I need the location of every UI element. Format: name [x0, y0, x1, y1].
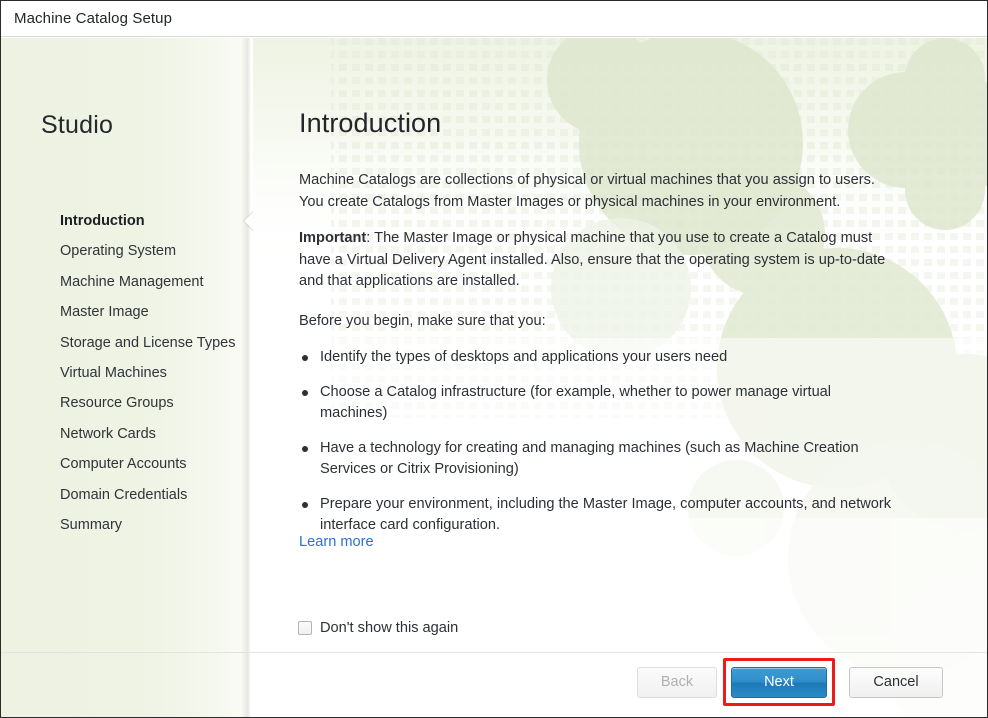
important-label: Important — [299, 230, 367, 246]
dont-show-again-row[interactable]: Don't show this again — [298, 620, 458, 636]
wizard-body: Studio Introduction Operating System Machi… — [1, 38, 987, 717]
important-paragraph: Important: The Master Image or physical … — [299, 228, 899, 293]
back-button[interactable]: Back — [637, 667, 717, 698]
wizard-sidebar: Studio Introduction Operating System Machi… — [1, 38, 253, 717]
learn-more-link[interactable]: Learn more — [299, 534, 374, 550]
sidebar-bevel-edge — [241, 38, 253, 717]
next-button[interactable]: Next — [731, 667, 827, 698]
prerequisite-item: Choose a Catalog infrastructure (for exa… — [299, 382, 899, 425]
before-you-begin-lead: Before you begin, make sure that you: — [299, 312, 546, 329]
important-separator: : — [366, 230, 375, 246]
prerequisite-item: Have a technology for creating and manag… — [299, 438, 899, 481]
sidebar-item-operating-system[interactable]: Operating System — [1, 236, 253, 266]
sidebar-item-summary[interactable]: Summary — [1, 510, 253, 540]
window-titlebar: Machine Catalog Setup — [1, 1, 987, 37]
sidebar-item-domain-credentials[interactable]: Domain Credentials — [1, 480, 253, 510]
important-text: The Master Image or physical machine tha… — [299, 230, 886, 289]
prerequisite-item: Prepare your environment, including the … — [299, 494, 899, 537]
introduction-body: Machine Catalogs are collections of phys… — [299, 170, 899, 537]
sidebar-item-network-cards[interactable]: Network Cards — [1, 419, 253, 449]
sidebar-item-computer-accounts[interactable]: Computer Accounts — [1, 449, 253, 479]
dont-show-again-checkbox[interactable] — [298, 621, 312, 635]
studio-brand-label: Studio — [41, 111, 114, 139]
dont-show-again-label: Don't show this again — [320, 620, 459, 636]
intro-paragraph: Machine Catalogs are collections of phys… — [299, 172, 875, 210]
wizard-footer: Back Next Cancel — [1, 652, 987, 717]
wizard-content-pane: Introduction Machine Catalogs are collec… — [253, 38, 987, 717]
sidebar-item-resource-groups[interactable]: Resource Groups — [1, 388, 253, 418]
wizard-step-list: Introduction Operating System Machine Mana… — [1, 206, 253, 540]
sidebar-item-master-image[interactable]: Master Image — [1, 297, 253, 327]
sidebar-item-introduction[interactable]: Introduction — [1, 206, 253, 236]
machine-catalog-setup-window: Machine Catalog Setup Studio Introductio… — [0, 0, 988, 718]
page-title: Introduction — [299, 108, 442, 138]
sidebar-item-virtual-machines[interactable]: Virtual Machines — [1, 358, 253, 388]
sidebar-item-machine-management[interactable]: Machine Management — [1, 267, 253, 297]
prerequisite-list: Identify the types of desktops and appli… — [299, 347, 899, 537]
prerequisite-item: Identify the types of desktops and appli… — [299, 347, 899, 369]
cancel-button[interactable]: Cancel — [849, 667, 943, 698]
sidebar-item-storage-and-license-types[interactable]: Storage and License Types — [1, 328, 253, 358]
window-title: Machine Catalog Setup — [14, 10, 173, 27]
active-step-pointer-icon — [244, 210, 253, 232]
